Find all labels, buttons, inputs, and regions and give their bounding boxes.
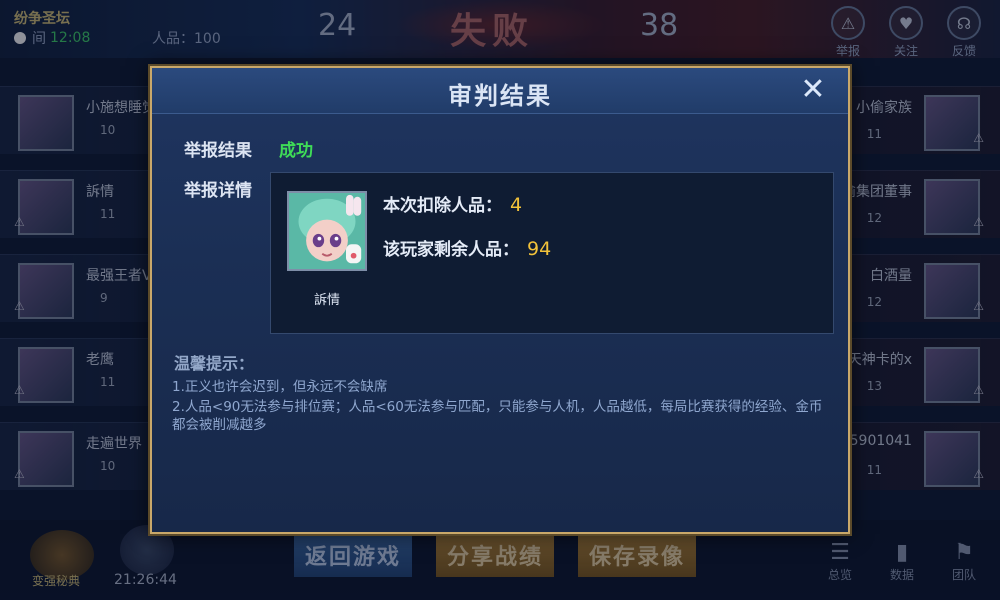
reported-player-name: 訴情 [313, 293, 340, 308]
remaining-label: 该玩家剩余人品： [383, 240, 519, 260]
tips-title: 温馨提示： [174, 354, 255, 373]
report-detail-label: 举报详情 [184, 181, 252, 201]
deduction-value: 4 [510, 194, 523, 216]
tip-item: 1.正义也许会迟到，但永远不会缺席 [172, 379, 388, 395]
dialog-title: 审判结果 [448, 82, 552, 110]
remaining-value: 94 [527, 238, 552, 260]
deduction-label: 本次扣除人品： [383, 196, 502, 216]
close-icon[interactable]: ✕ [798, 75, 828, 106]
remaining-stat: 该玩家剩余人品： 94 [383, 235, 551, 260]
reported-player-avatar [287, 191, 367, 271]
report-result-label: 举报结果 [184, 141, 252, 161]
report-detail-panel: 訴情 本次扣除人品： 4 该玩家剩余人品： 94 [270, 172, 834, 334]
dialog-header: 审判结果 ✕ [152, 68, 848, 114]
deduction-stat: 本次扣除人品： 4 [383, 191, 522, 216]
report-result-value: 成功 [279, 141, 313, 161]
player-portrait-icon [289, 193, 365, 269]
judgment-result-dialog: 审判结果 ✕ 举报结果 成功 举报详情 訴情 本次扣除人品： 4 该玩家剩余人品… [150, 66, 850, 534]
tip-item: 2.人品<90无法参与排位赛；人品<60无法参与匹配，只能参与人机，人品越低，每… [172, 399, 823, 433]
